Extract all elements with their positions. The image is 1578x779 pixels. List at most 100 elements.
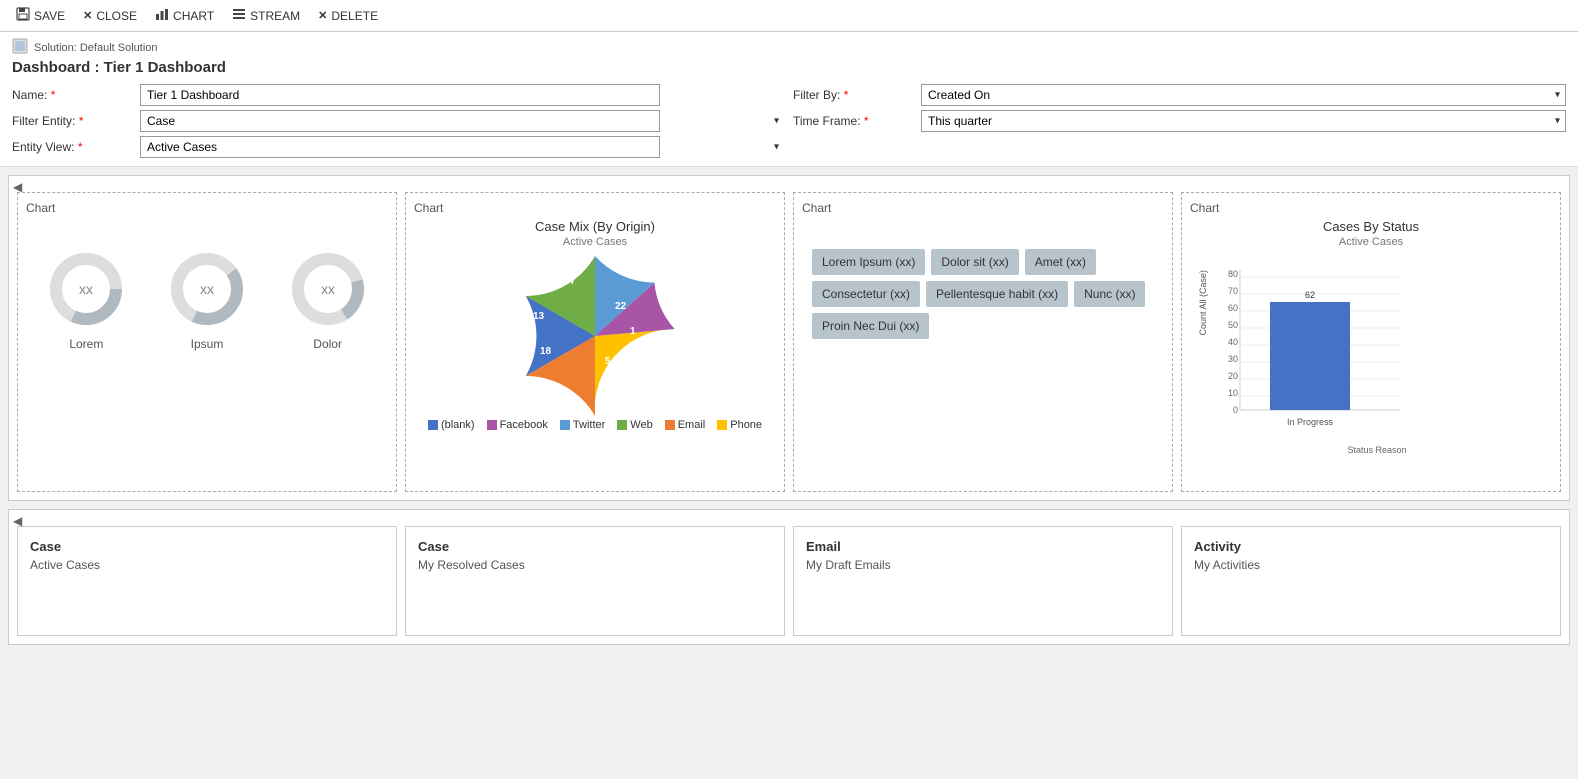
chart4-title: Cases By Status bbox=[1190, 219, 1552, 234]
list-item-activity[interactable]: Activity My Activities bbox=[1181, 526, 1561, 636]
tag-cloud: Lorem Ipsum (xx) Dolor sit (xx) Amet (xx… bbox=[802, 219, 1164, 349]
chart4-label: Chart bbox=[1190, 201, 1552, 215]
filter-entity-label: Filter Entity: * bbox=[12, 114, 132, 128]
time-frame-select-wrap: This quarter This month This year bbox=[921, 110, 1566, 132]
solution-icon bbox=[12, 38, 28, 57]
legend-facebook: Facebook bbox=[487, 419, 548, 431]
chart-box-1: Chart xx Lorem bbox=[17, 192, 397, 492]
entity-view-select[interactable]: Active Cases My Cases Resolved Cases bbox=[140, 136, 660, 158]
donut-lorem-label: Lorem bbox=[69, 337, 103, 351]
list-item-activity-sub: My Activities bbox=[1194, 558, 1548, 572]
donut-svg-1: xx bbox=[46, 249, 126, 329]
list-item-email-drafts-title: Email bbox=[806, 539, 1160, 554]
tag-pellentesque[interactable]: Pellentesque habit (xx) bbox=[926, 281, 1068, 307]
chart-box-4: Chart Cases By Status Active Cases Count… bbox=[1181, 192, 1561, 492]
list-section: ◀ Case Active Cases Case My Resolved Cas… bbox=[8, 509, 1570, 645]
bar-chart-area: Count All (Case) 0 10 20 bbox=[1190, 256, 1552, 459]
legend-dot-phone bbox=[717, 420, 727, 430]
list-section-arrow[interactable]: ◀ bbox=[13, 514, 22, 528]
svg-text:80: 80 bbox=[1228, 269, 1238, 279]
name-input[interactable] bbox=[140, 84, 660, 106]
stream-button[interactable]: STREAM bbox=[224, 4, 308, 27]
donut-row: xx Lorem xx Ipsum bbox=[26, 219, 388, 361]
legend-blank: (blank) bbox=[428, 419, 475, 431]
list-item-activity-title: Activity bbox=[1194, 539, 1548, 554]
chart3-label: Chart bbox=[802, 201, 1164, 215]
entity-view-label: Entity View: * bbox=[12, 140, 132, 154]
bar-svg: 0 10 20 30 40 50 60 70 80 bbox=[1210, 260, 1410, 440]
tag-dolor-sit[interactable]: Dolor sit (xx) bbox=[931, 249, 1018, 275]
pie-labels: 22 7 13 18 5 1 bbox=[515, 251, 675, 411]
chart1-label: Chart bbox=[26, 201, 388, 215]
bar-in-progress bbox=[1270, 302, 1350, 410]
svg-text:50: 50 bbox=[1228, 320, 1238, 330]
legend-dot-web bbox=[617, 420, 627, 430]
list-item-case-active-sub: Active Cases bbox=[30, 558, 384, 572]
list-item-case-resolved[interactable]: Case My Resolved Cases bbox=[405, 526, 785, 636]
list-item-case-resolved-sub: My Resolved Cases bbox=[418, 558, 772, 572]
list-item-email-drafts[interactable]: Email My Draft Emails bbox=[793, 526, 1173, 636]
svg-text:60: 60 bbox=[1228, 303, 1238, 313]
svg-text:xx: xx bbox=[79, 281, 93, 297]
chart2-title: Case Mix (By Origin) bbox=[414, 219, 776, 234]
filter-by-select[interactable]: Created On Modified On bbox=[921, 84, 1566, 106]
list-item-case-active[interactable]: Case Active Cases bbox=[17, 526, 397, 636]
form-grid: Name: * Filter By: * Created On Modified… bbox=[12, 84, 1566, 166]
svg-text:70: 70 bbox=[1228, 286, 1238, 296]
legend-label-facebook: Facebook bbox=[500, 419, 548, 431]
legend-web: Web bbox=[617, 419, 652, 431]
svg-text:62: 62 bbox=[1305, 290, 1315, 300]
save-button[interactable]: SAVE bbox=[8, 4, 73, 27]
solution-text: Solution: Default Solution bbox=[34, 42, 158, 54]
chart-box-3: Chart Lorem Ipsum (xx) Dolor sit (xx) Am… bbox=[793, 192, 1173, 492]
legend-label-twitter: Twitter bbox=[573, 419, 605, 431]
list-row: Case Active Cases Case My Resolved Cases… bbox=[9, 510, 1569, 644]
donut-svg-2: xx bbox=[167, 249, 247, 329]
legend-email: Email bbox=[665, 419, 706, 431]
filter-entity-select-wrap: Case Email Activity bbox=[140, 110, 785, 132]
delete-button[interactable]: ✕ DELETE bbox=[310, 6, 386, 26]
donut-dolor: xx Dolor bbox=[288, 249, 368, 351]
svg-text:0: 0 bbox=[1233, 405, 1238, 415]
filter-entity-select[interactable]: Case Email Activity bbox=[140, 110, 660, 132]
svg-text:30: 30 bbox=[1228, 354, 1238, 364]
svg-text:xx: xx bbox=[321, 281, 335, 297]
pie-legend: (blank) Facebook Twitter Web bbox=[428, 419, 762, 431]
entity-view-select-wrap: Active Cases My Cases Resolved Cases bbox=[140, 136, 785, 158]
svg-text:10: 10 bbox=[1228, 388, 1238, 398]
tag-nunc[interactable]: Nunc (xx) bbox=[1074, 281, 1145, 307]
bar-chart-with-axis: Count All (Case) 0 10 20 bbox=[1198, 260, 1544, 455]
tag-lorem-ipsum[interactable]: Lorem Ipsum (xx) bbox=[812, 249, 925, 275]
solution-line: Solution: Default Solution bbox=[12, 38, 1566, 57]
tag-amet[interactable]: Amet (xx) bbox=[1025, 249, 1096, 275]
chart-box-2: Chart Case Mix (By Origin) Active Cases bbox=[405, 192, 785, 492]
tag-proin[interactable]: Proin Nec Dui (xx) bbox=[812, 313, 929, 339]
chart4-subtitle: Active Cases bbox=[1190, 236, 1552, 248]
main-content: ◀ Chart xx Lorem bbox=[0, 167, 1578, 661]
save-icon bbox=[16, 7, 30, 24]
svg-text:In Progress: In Progress bbox=[1287, 417, 1334, 427]
chart-button[interactable]: CHART bbox=[147, 4, 222, 27]
legend-dot-facebook bbox=[487, 420, 497, 430]
chart-icon bbox=[155, 7, 169, 24]
svg-text:40: 40 bbox=[1228, 337, 1238, 347]
donut-svg-3: xx bbox=[288, 249, 368, 329]
header-area: Solution: Default Solution Dashboard : T… bbox=[0, 32, 1578, 167]
time-frame-select[interactable]: This quarter This month This year bbox=[921, 110, 1566, 132]
svg-text:20: 20 bbox=[1228, 371, 1238, 381]
delete-label: DELETE bbox=[331, 9, 378, 23]
name-label: Name: * bbox=[12, 88, 132, 102]
legend-phone: Phone bbox=[717, 419, 762, 431]
donut-ipsum: xx Ipsum bbox=[167, 249, 247, 351]
legend-label-phone: Phone bbox=[730, 419, 762, 431]
list-item-email-drafts-sub: My Draft Emails bbox=[806, 558, 1160, 572]
tag-consectetur[interactable]: Consectetur (xx) bbox=[812, 281, 920, 307]
legend-label-web: Web bbox=[630, 419, 652, 431]
legend-twitter: Twitter bbox=[560, 419, 605, 431]
charts-row: Chart xx Lorem bbox=[9, 176, 1569, 500]
chart2-label: Chart bbox=[414, 201, 776, 215]
legend-label-email: Email bbox=[678, 419, 706, 431]
x-axis-label: Status Reason bbox=[1210, 445, 1544, 455]
close-button[interactable]: ✕ CLOSE bbox=[75, 6, 145, 26]
pie-container: 22 7 13 18 5 1 (blank) bbox=[414, 256, 776, 431]
